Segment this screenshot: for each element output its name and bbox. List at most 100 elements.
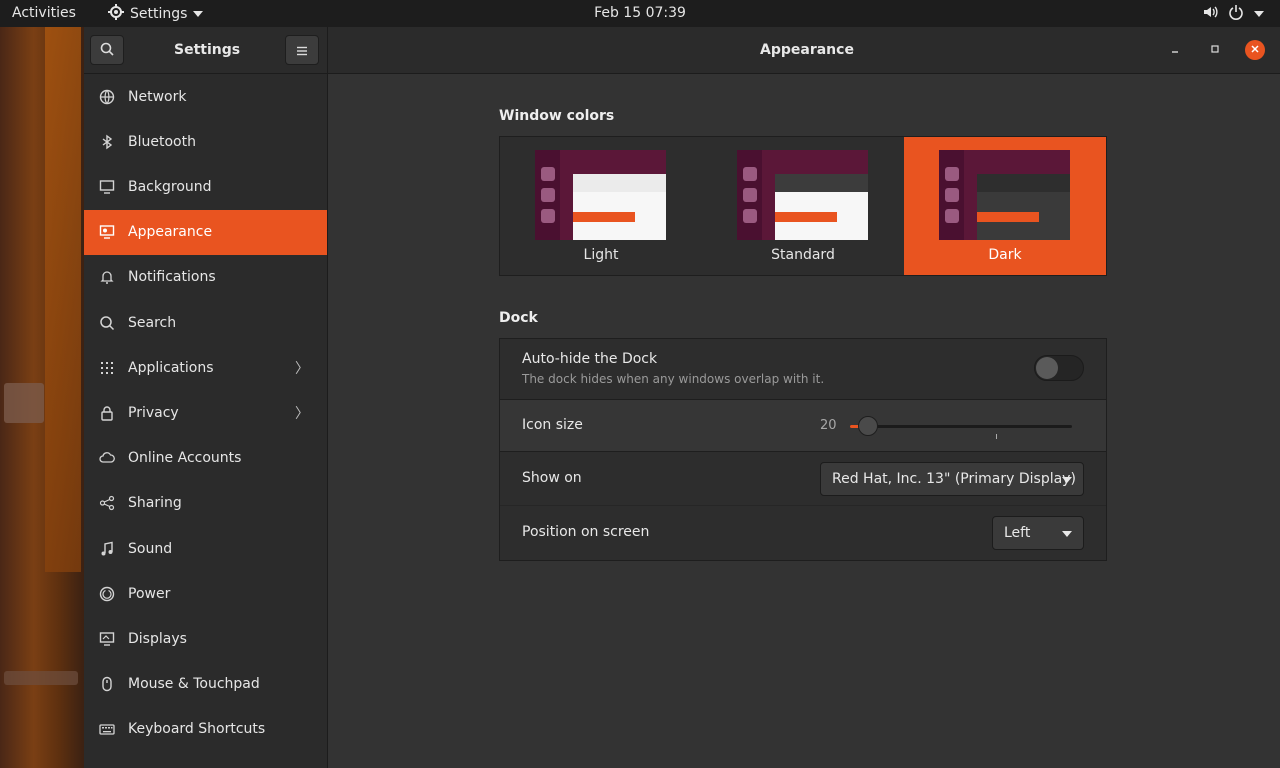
icon-size-label: Icon size <box>522 417 583 433</box>
sidebar-item-online-accounts[interactable]: Online Accounts <box>84 436 327 481</box>
sidebar-item-label: Sharing <box>128 495 182 512</box>
show-on-row: Show on Red Hat, Inc. 13" (Primary Displ… <box>500 452 1106 506</box>
position-value: Left <box>1004 525 1031 541</box>
autohide-description: The dock hides when any windows overlap … <box>522 372 825 386</box>
hamburger-menu-icon <box>296 41 308 60</box>
theme-label: Dark <box>988 247 1022 263</box>
sidebar: Network Bluetooth Background Appearance Noti… <box>84 74 328 768</box>
slider-thumb[interactable] <box>857 416 878 436</box>
show-on-value: Red Hat, Inc. 13" (Primary Display) <box>832 471 1076 487</box>
music-note-icon <box>98 540 116 558</box>
sidebar-item-label: Displays <box>128 630 187 647</box>
theme-option-standard[interactable]: Standard <box>702 137 904 275</box>
theme-label: Light <box>583 247 619 263</box>
minimize-button[interactable] <box>1165 40 1185 60</box>
sidebar-item-bluetooth[interactable]: Bluetooth <box>84 119 327 164</box>
sidebar-item-keyboard-shortcuts[interactable]: Keyboard Shortcuts <box>84 707 327 752</box>
dock-item[interactable] <box>4 383 44 423</box>
show-on-label: Show on <box>522 470 582 486</box>
sidebar-item-power[interactable]: Power <box>84 571 327 616</box>
sidebar-item-displays[interactable]: Displays <box>84 616 327 661</box>
sidebar-header: Settings <box>84 27 328 74</box>
close-icon <box>1250 43 1260 57</box>
background-window-edge <box>4 671 78 685</box>
position-dropdown[interactable]: Left <box>992 516 1084 550</box>
cloud-icon <box>98 449 116 467</box>
system-tray[interactable] <box>1202 4 1264 24</box>
theme-option-dark[interactable]: Dark <box>904 137 1106 275</box>
sidebar-item-mouse-touchpad[interactable]: Mouse & Touchpad <box>84 662 327 707</box>
icon-size-slider[interactable] <box>850 416 1072 439</box>
sidebar-item-sharing[interactable]: Sharing <box>84 481 327 526</box>
preview-accent-bar <box>573 212 635 222</box>
dock-heading: Dock <box>499 310 538 326</box>
page-title: Appearance <box>760 42 854 58</box>
sidebar-item-background[interactable]: Background <box>84 164 327 209</box>
chevron-right-icon: 〉 <box>295 360 309 377</box>
sidebar-item-appearance[interactable]: Appearance <box>84 209 327 255</box>
sidebar-item-label: Sound <box>128 540 173 557</box>
theme-option-light[interactable]: Light <box>500 137 702 275</box>
sidebar-item-notifications[interactable]: Notifications <box>84 255 327 300</box>
clock[interactable]: Feb 15 07:39 <box>0 5 1280 21</box>
window-colors-heading: Window colors <box>499 108 615 124</box>
bluetooth-icon <box>98 133 116 151</box>
sidebar-item-sound[interactable]: Sound <box>84 526 327 571</box>
minimize-icon <box>1170 43 1180 57</box>
sidebar-item-search[interactable]: Search <box>84 300 327 345</box>
dock-settings: Auto-hide the Dock The dock hides when a… <box>499 338 1107 561</box>
autohide-toggle[interactable] <box>1034 355 1084 381</box>
mouse-icon <box>98 675 116 693</box>
desktop-background <box>0 27 84 768</box>
sidebar-item-label: Notifications <box>128 269 216 286</box>
preview-header <box>977 174 1070 192</box>
chevron-right-icon: 〉 <box>295 405 309 422</box>
sidebar-item-privacy[interactable]: Privacy 〉 <box>84 390 327 435</box>
preview-dock-icon <box>743 188 757 202</box>
appearance-panel: Window colors Light Standard Dark Dock Aut… <box>329 74 1280 768</box>
close-button[interactable] <box>1245 40 1265 60</box>
sidebar-item-label: Applications <box>128 359 214 376</box>
toggle-knob <box>1036 357 1058 379</box>
sidebar-item-applications[interactable]: Applications 〉 <box>84 345 327 390</box>
show-on-dropdown[interactable]: Red Hat, Inc. 13" (Primary Display) <box>820 462 1084 496</box>
search-button[interactable] <box>90 35 124 65</box>
sidebar-item-label: Privacy <box>128 404 179 421</box>
sidebar-item-label: Bluetooth <box>128 133 196 150</box>
preview-dock-icon <box>541 188 555 202</box>
header-bar: Settings Appearance <box>84 27 1280 74</box>
preview-dock-icon <box>743 209 757 223</box>
icon-size-value: 20 <box>820 418 837 433</box>
sidebar-item-label: Online Accounts <box>128 450 242 467</box>
top-bar: Activities Settings Feb 15 07:39 <box>0 0 1280 27</box>
preview-dock-icon <box>743 167 757 181</box>
sidebar-item-label: Background <box>128 178 212 195</box>
settings-window: Settings Appearance Network Bluetooth Back… <box>84 27 1280 768</box>
theme-preview <box>737 150 868 240</box>
background-icon <box>98 178 116 196</box>
menu-button[interactable] <box>285 35 319 65</box>
slider-mark <box>996 434 997 439</box>
sidebar-item-network[interactable]: Network <box>84 74 327 119</box>
theme-preview <box>535 150 666 240</box>
volume-icon <box>1202 4 1218 24</box>
power-icon <box>1228 4 1244 24</box>
lock-icon <box>98 404 116 422</box>
preview-window <box>775 174 868 240</box>
preview-dock-icon <box>541 209 555 223</box>
preview-dock-icon <box>945 209 959 223</box>
background-window-edge <box>45 27 81 572</box>
sidebar-item-label: Search <box>128 314 177 331</box>
sidebar-title: Settings <box>174 42 241 58</box>
keyboard-icon <box>98 720 116 738</box>
preview-window <box>573 174 666 240</box>
autohide-row: Auto-hide the Dock The dock hides when a… <box>500 339 1106 400</box>
network-icon <box>98 88 116 106</box>
display-icon <box>98 630 116 648</box>
search-icon <box>100 41 114 60</box>
maximize-button[interactable] <box>1205 40 1225 60</box>
share-icon <box>98 494 116 512</box>
position-row: Position on screen Left <box>500 506 1106 560</box>
power-icon <box>98 585 116 603</box>
theme-selector: Light Standard Dark <box>499 136 1107 276</box>
